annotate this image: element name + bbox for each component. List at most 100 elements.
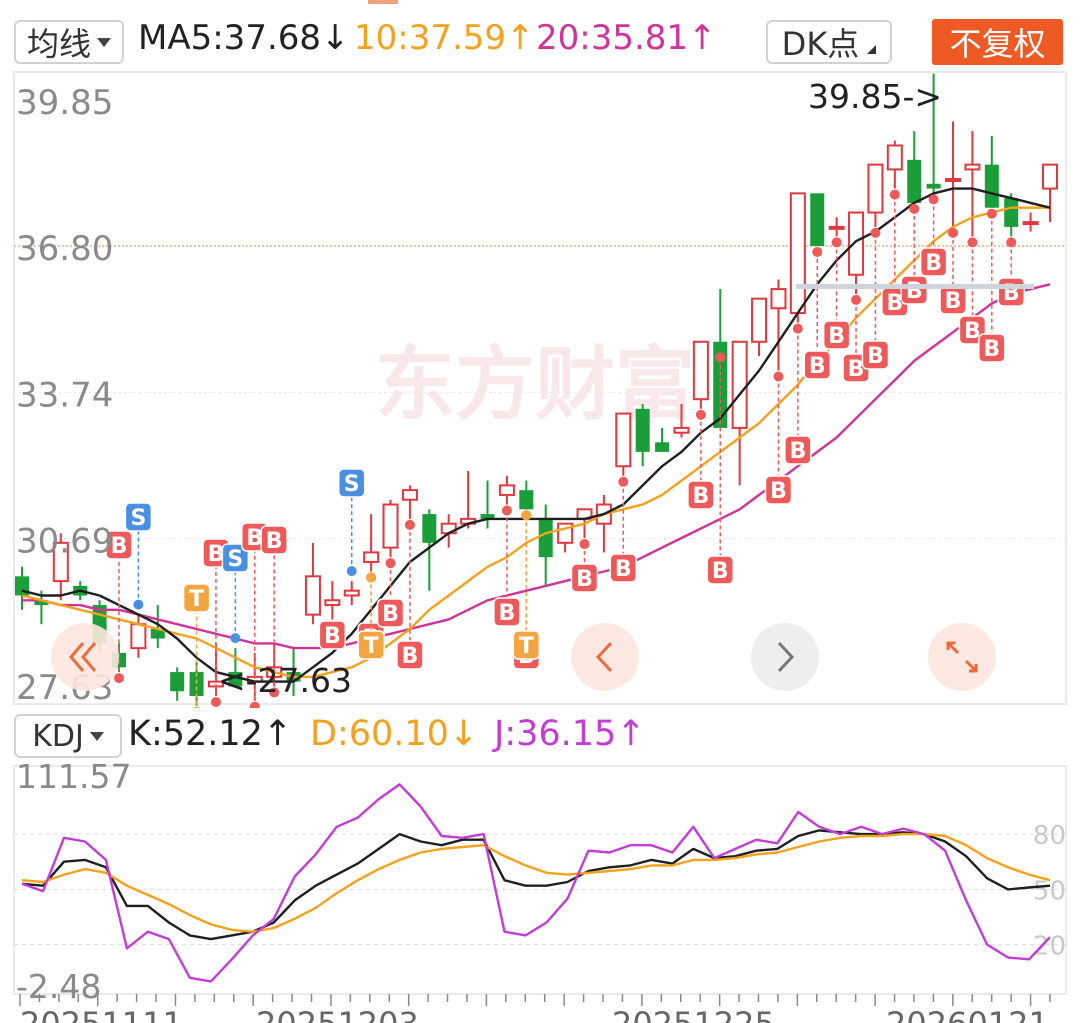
signal-dot bbox=[230, 633, 241, 644]
min-price-label: <-27.63 bbox=[218, 661, 352, 700]
chevron-left-button[interactable] bbox=[571, 623, 639, 691]
signal-dot bbox=[909, 203, 920, 214]
candle bbox=[828, 217, 845, 237]
candle-body bbox=[828, 225, 845, 230]
kdj-d-value: D:60.10↓ bbox=[310, 714, 479, 754]
x-axis-label: 20251203 bbox=[256, 1005, 419, 1023]
candle-body bbox=[886, 144, 903, 171]
candle bbox=[460, 471, 477, 529]
candle bbox=[382, 499, 399, 558]
signal-dot bbox=[618, 476, 629, 487]
signal-dot bbox=[948, 227, 959, 238]
signal-letter: B bbox=[712, 559, 729, 584]
candle bbox=[945, 121, 962, 227]
candle bbox=[498, 475, 515, 505]
signal-b: B bbox=[803, 247, 831, 380]
signal-letter: B bbox=[789, 439, 806, 464]
y-tick-label: 39.85 bbox=[16, 83, 113, 123]
signal-dot bbox=[501, 505, 512, 516]
candle-body bbox=[519, 490, 534, 510]
candle bbox=[324, 581, 341, 620]
signal-s: S bbox=[221, 543, 250, 644]
signal-t: T bbox=[182, 583, 211, 708]
signal-letter: B bbox=[945, 289, 962, 314]
signal-dot bbox=[695, 409, 706, 420]
signal-dot bbox=[792, 323, 803, 334]
y-tick-label: 30.69 bbox=[16, 522, 113, 562]
signal-letter: S bbox=[130, 506, 146, 531]
signal-letter: B bbox=[828, 324, 845, 349]
candlestick-chart[interactable]: 东方财富 BSTBSBBBSBTBBBBTBBBBBBBBBBBBBBBBB 3… bbox=[0, 0, 1080, 708]
candle bbox=[1042, 163, 1058, 223]
candle-body bbox=[655, 442, 670, 452]
candle bbox=[810, 193, 825, 247]
candle bbox=[907, 131, 922, 203]
max-price-label: 39.85-> bbox=[808, 77, 942, 116]
signal-b: B bbox=[493, 505, 521, 627]
signal-b: B bbox=[318, 620, 347, 650]
candle-body bbox=[324, 599, 341, 607]
candle bbox=[538, 504, 553, 586]
nav-button-bg bbox=[51, 623, 119, 691]
candle bbox=[635, 403, 650, 467]
signal-dot bbox=[967, 237, 978, 248]
chevron-down-icon bbox=[89, 731, 104, 741]
y-tick-label: 36.80 bbox=[16, 229, 113, 269]
signal-b: B bbox=[706, 352, 735, 585]
ma5-line bbox=[21, 187, 1051, 683]
candle bbox=[304, 542, 321, 625]
expand-button[interactable] bbox=[928, 623, 996, 691]
signal-letter: T bbox=[364, 634, 379, 659]
signal-dot bbox=[521, 510, 532, 521]
candle-body bbox=[1042, 163, 1058, 190]
candle-body bbox=[304, 575, 321, 616]
chevron-right-button[interactable] bbox=[751, 623, 819, 691]
kdj-k-line bbox=[21, 829, 1051, 941]
candle-body bbox=[984, 164, 999, 208]
candle bbox=[751, 297, 768, 357]
candle-body bbox=[907, 159, 922, 203]
signal-letter: S bbox=[227, 547, 243, 572]
candle-body bbox=[1022, 221, 1039, 226]
ma10-line bbox=[21, 206, 1050, 679]
signal-letter: B bbox=[809, 354, 826, 379]
candle-body bbox=[170, 672, 185, 692]
kdj-j-value: J:36.15↑ bbox=[494, 714, 646, 754]
signal-letter: B bbox=[770, 479, 787, 504]
signal-letter: B bbox=[906, 279, 923, 304]
candle bbox=[595, 494, 612, 553]
nav-button-bg bbox=[751, 623, 819, 691]
candle bbox=[984, 135, 999, 208]
candle bbox=[401, 485, 418, 519]
candle bbox=[170, 667, 185, 701]
signal-letter: B bbox=[266, 529, 283, 554]
signal-letter: T bbox=[519, 634, 534, 659]
signal-letter: B bbox=[576, 567, 593, 592]
signal-dot bbox=[385, 558, 396, 569]
signal-letter: T bbox=[189, 587, 204, 612]
signal-letter: B bbox=[324, 624, 341, 649]
kdj-chart[interactable]: 805020 111.57-2.48 202511112025120320251… bbox=[0, 760, 1080, 1023]
signal-b: B bbox=[570, 539, 599, 593]
signal-letter: B bbox=[867, 344, 884, 369]
signal-dot bbox=[133, 599, 144, 610]
kdj-select[interactable]: KDJ bbox=[14, 714, 122, 758]
signal-b: B bbox=[822, 237, 851, 350]
candle bbox=[731, 340, 748, 486]
top-marker bbox=[368, 0, 398, 4]
candle bbox=[848, 211, 865, 294]
candle-body bbox=[538, 518, 553, 558]
signal-dot bbox=[113, 673, 124, 684]
signal-dot bbox=[773, 371, 784, 382]
signal-b: B bbox=[609, 476, 638, 583]
x-axis-label: 20251111 bbox=[20, 1005, 183, 1023]
signal-letter: B bbox=[615, 557, 632, 582]
signal-dot bbox=[579, 539, 590, 550]
signal-dot bbox=[193, 706, 201, 708]
candle-body bbox=[1004, 198, 1019, 227]
candle-body bbox=[422, 514, 437, 543]
candle bbox=[867, 163, 884, 227]
signal-dot bbox=[889, 189, 900, 200]
double-left-button[interactable] bbox=[51, 623, 119, 691]
signal-dot bbox=[870, 227, 881, 238]
